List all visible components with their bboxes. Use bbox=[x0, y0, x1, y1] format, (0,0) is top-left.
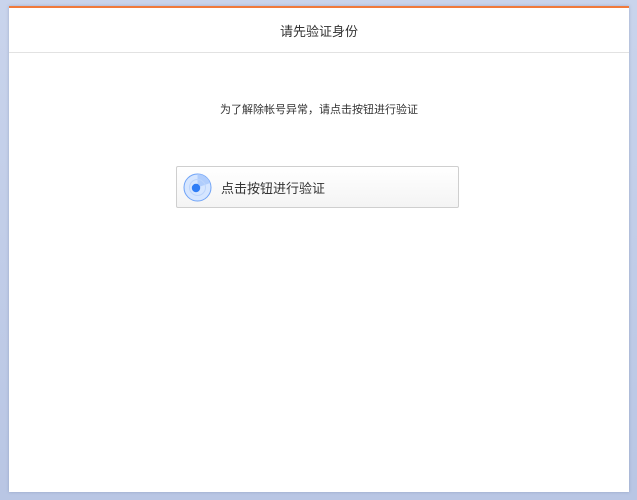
radar-icon bbox=[183, 173, 212, 202]
verification-notice: 为了解除帐号异常，请点击按钮进行验证 bbox=[220, 103, 418, 116]
verify-button-label: 点击按钮进行验证 bbox=[221, 181, 326, 197]
dialog-header: 请先验证身份 bbox=[9, 8, 629, 53]
dialog-title: 请先验证身份 bbox=[279, 24, 358, 40]
verify-button[interactable]: 点击按钮进行验证 bbox=[176, 166, 459, 208]
verify-dialog: 请先验证身份 为了解除帐号异常，请点击按钮进行验证 点击按钮进行验证 bbox=[9, 6, 629, 492]
